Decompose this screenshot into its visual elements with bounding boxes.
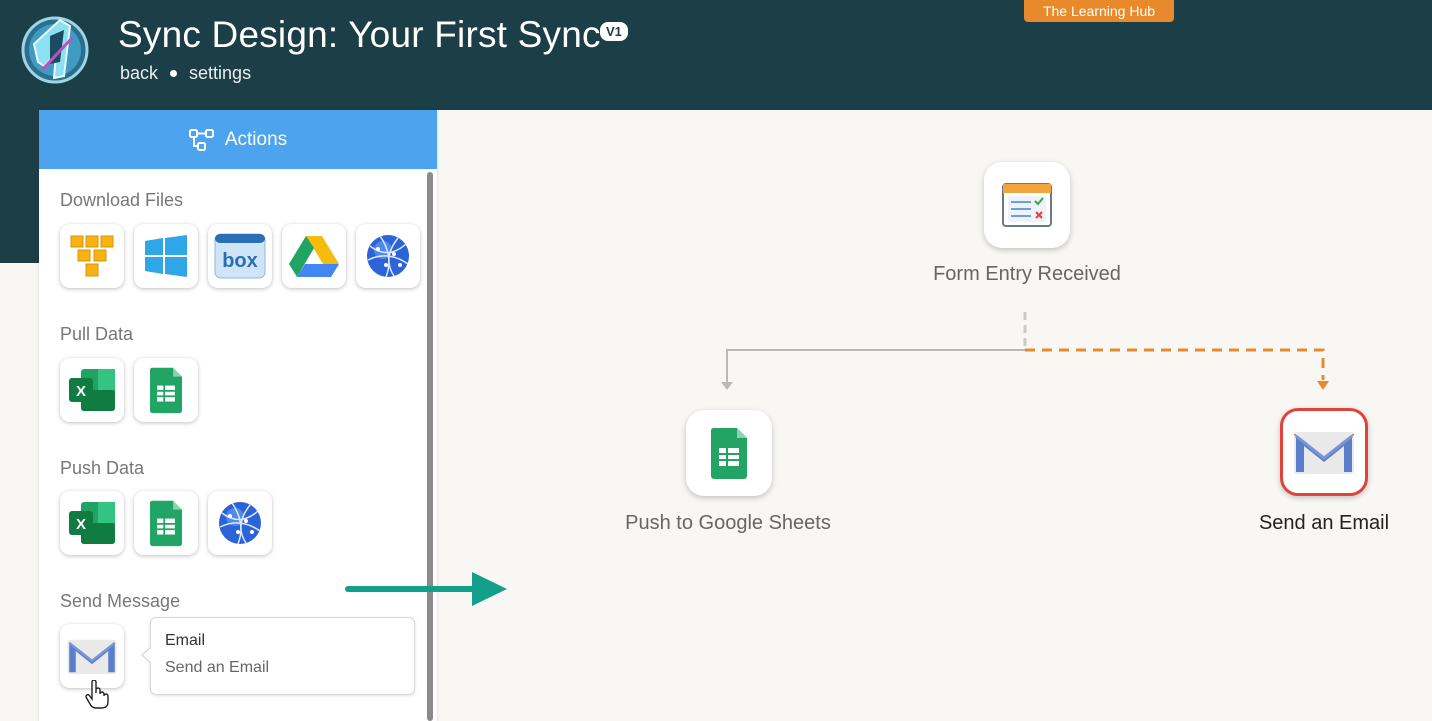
google-sheets-push-tile[interactable]	[134, 491, 198, 555]
push-sheets-label: Push to Google Sheets	[625, 512, 831, 534]
windows-tile[interactable]	[134, 224, 198, 288]
aws-s3-icon	[70, 235, 114, 277]
excel-icon: X	[69, 502, 115, 544]
send-email-node[interactable]	[1280, 408, 1368, 496]
form-entry-node[interactable]	[984, 162, 1070, 248]
box-tile[interactable]: box	[208, 224, 272, 288]
web-globe-icon	[367, 235, 409, 278]
page-title: Sync Design: Your First Sync	[118, 14, 601, 55]
google-drive-icon	[289, 236, 339, 277]
excel-icon: X	[69, 369, 115, 411]
tooltip-title: Email	[165, 632, 206, 649]
svg-text:box: box	[222, 250, 258, 272]
google-sheets-icon	[710, 428, 747, 479]
excel-push-tile[interactable]: X	[60, 491, 124, 555]
google-sheets-icon	[149, 500, 182, 547]
gmail-icon	[1293, 432, 1355, 474]
google-sheets-pull-tile[interactable]	[134, 358, 198, 422]
actions-panel-header[interactable]: Actions	[39, 110, 437, 169]
google-drive-tile[interactable]	[282, 224, 346, 288]
gmail-tile[interactable]	[60, 624, 124, 688]
section-send-message: Send Message	[60, 591, 181, 611]
web-globe-push-tile[interactable]	[208, 491, 272, 555]
section-download-files: Download Files	[60, 190, 184, 210]
breadcrumb: back settings	[120, 63, 251, 84]
svg-text:X: X	[76, 516, 86, 533]
email-tooltip: Email Send an Email	[141, 617, 415, 695]
hand-cursor-icon	[85, 680, 109, 709]
section-push-data: Push Data	[60, 458, 145, 478]
version-badge: V1	[600, 22, 628, 41]
form-icon	[1002, 183, 1052, 227]
excel-pull-tile[interactable]: X	[60, 358, 124, 422]
web-globe-icon	[219, 502, 261, 545]
send-email-label: Send an Email	[1258, 512, 1390, 534]
app-logo[interactable]	[20, 14, 90, 86]
section-pull-data: Pull Data	[60, 324, 134, 344]
breadcrumb-separator	[170, 69, 178, 77]
aws-s3-tile[interactable]	[60, 224, 124, 288]
box-icon: box	[214, 233, 266, 279]
web-globe-tile[interactable]	[356, 224, 420, 288]
settings-link[interactable]: settings	[189, 63, 251, 83]
tooltip-subtitle: Send an Email	[165, 659, 270, 676]
panel-scrollbar[interactable]	[427, 172, 433, 721]
workflow-branch-icon	[188, 128, 214, 151]
gmail-icon	[67, 639, 117, 674]
google-sheets-icon	[149, 367, 182, 414]
svg-text:X: X	[76, 383, 86, 400]
learning-hub-badge[interactable]: The Learning Hub	[1024, 0, 1174, 22]
back-link[interactable]: back	[120, 63, 158, 83]
actions-header-label: Actions	[224, 128, 288, 150]
form-entry-label: Form Entry Received	[933, 263, 1121, 285]
windows-icon	[145, 235, 187, 277]
push-sheets-node[interactable]	[686, 410, 772, 496]
